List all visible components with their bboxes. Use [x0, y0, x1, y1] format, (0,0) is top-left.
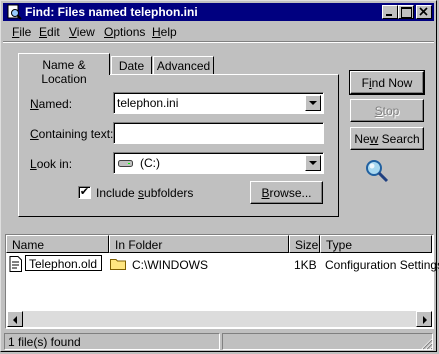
new-search-button[interactable]: New Search	[350, 127, 424, 150]
tab-date-label: Date	[118, 59, 145, 73]
menu-file[interactable]: File	[12, 25, 31, 39]
maximize-icon	[401, 7, 412, 18]
arrow-left-icon	[13, 316, 17, 324]
look-in-dropdown-button[interactable]	[305, 155, 321, 171]
filename-rename-box[interactable]: Telephon.old	[25, 255, 102, 271]
window-title: Find: Files named telephon.ini	[25, 5, 198, 19]
ini-file-icon	[9, 256, 22, 272]
resize-grip-icon[interactable]	[421, 338, 433, 350]
minimize-icon	[386, 14, 392, 16]
arrow-right-icon	[423, 316, 427, 324]
status-text: 1 file(s) found	[4, 333, 220, 350]
magnifier-icon	[366, 160, 389, 183]
tab-name-location[interactable]: Name & Location	[18, 53, 110, 86]
find-window: Find: Files named telephon.ini File Edit…	[0, 0, 439, 352]
scroll-left-button[interactable]	[7, 311, 23, 327]
browse-button[interactable]: Browse...	[250, 181, 323, 204]
title-bar[interactable]: Find: Files named telephon.ini	[3, 3, 434, 21]
folder-value: C:\WINDOWS	[132, 258, 208, 272]
menu-view[interactable]: View	[69, 25, 95, 39]
results-list[interactable]: Name In Folder Size Type Telephon.old C:…	[5, 234, 439, 329]
look-in-label: Look in:	[30, 157, 73, 171]
status-bar: 1 file(s) found	[3, 332, 434, 350]
check-icon: ✔	[79, 186, 90, 198]
find-now-button[interactable]: Find Now	[349, 70, 425, 95]
tab-advanced-label: Advanced	[156, 59, 211, 73]
menu-bar: File Edit View Options Help	[3, 23, 434, 41]
containing-text-label: Containing text:	[30, 127, 114, 141]
named-label: Named:	[30, 97, 73, 111]
menu-separator	[3, 41, 434, 43]
containing-text-input[interactable]	[113, 122, 324, 144]
named-dropdown-button[interactable]	[305, 95, 321, 111]
menu-options[interactable]: Options	[104, 25, 145, 39]
table-row[interactable]: Telephon.old C:\WINDOWS 1KB Configuratio…	[6, 235, 439, 275]
close-button[interactable]	[416, 5, 432, 19]
tab-date[interactable]: Date	[111, 56, 152, 74]
menu-help[interactable]: Help	[152, 25, 177, 39]
chevron-down-icon	[309, 101, 317, 105]
close-icon	[419, 7, 428, 16]
size-value: 1KB	[294, 258, 317, 272]
include-subfolders-checkbox[interactable]: ✔	[78, 186, 91, 199]
maximize-button[interactable]	[398, 5, 414, 19]
tab-panel: Named: telephon.ini Containing text: Loo…	[18, 74, 339, 217]
stop-button[interactable]: Stop	[350, 99, 424, 122]
scroll-right-button[interactable]	[416, 311, 432, 327]
named-combobox[interactable]: telephon.ini	[113, 92, 324, 114]
look-in-combobox[interactable]: (C:)	[113, 152, 324, 174]
minimize-button[interactable]	[382, 5, 398, 19]
look-in-value: (C:)	[140, 156, 160, 170]
filename-value: Telephon.old	[29, 257, 98, 271]
horizontal-scrollbar[interactable]	[7, 311, 432, 327]
named-value: telephon.ini	[117, 96, 179, 110]
include-subfolders-label[interactable]: Include subfolders	[96, 186, 193, 200]
tab-name-location-label: Name & Location	[41, 58, 87, 86]
type-value: Configuration Settings	[325, 258, 439, 272]
menu-edit[interactable]: Edit	[39, 25, 60, 39]
folder-icon	[110, 259, 126, 270]
tab-advanced[interactable]: Advanced	[153, 56, 214, 74]
chevron-down-icon	[309, 161, 317, 165]
find-search-icon	[7, 4, 22, 20]
status-pane-empty	[222, 333, 433, 350]
drive-icon	[118, 160, 133, 167]
